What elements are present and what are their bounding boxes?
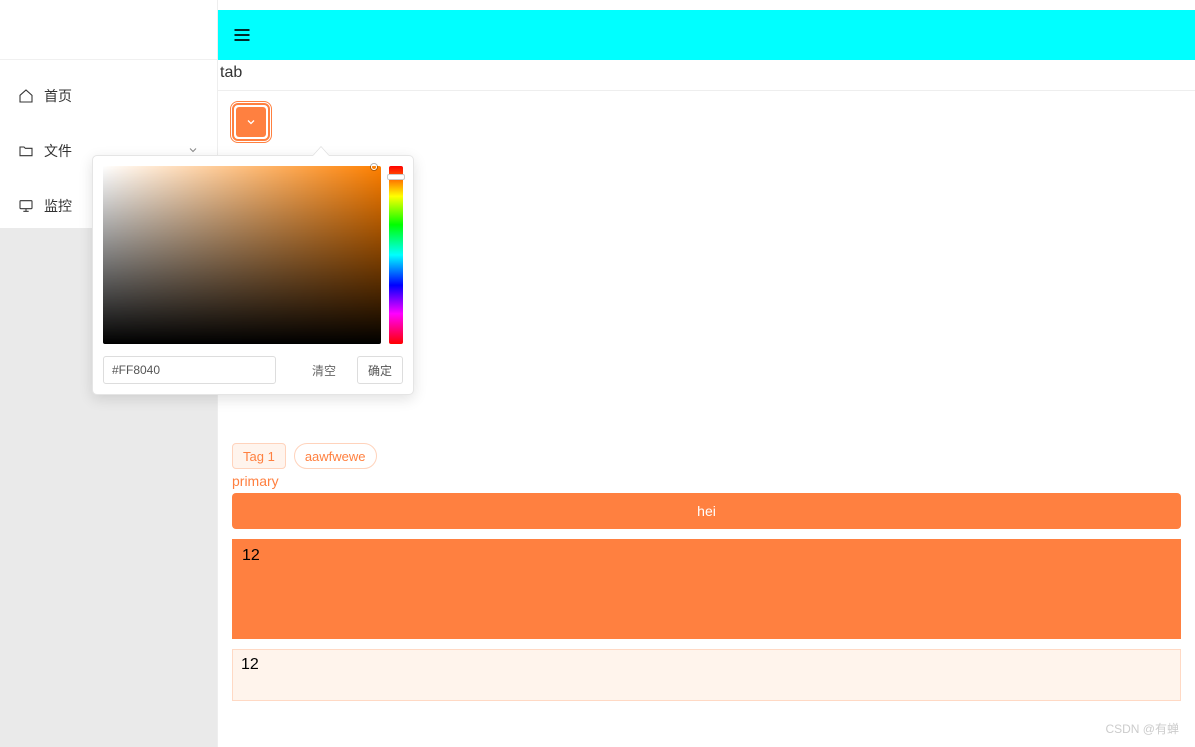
chevron-down-icon — [236, 107, 266, 137]
watermark: CSDN @有蝉 — [1105, 720, 1179, 737]
sidebar-item-label: 监控 — [44, 196, 72, 216]
menu-toggle-icon[interactable] — [232, 25, 252, 45]
tag-item[interactable]: Tag 1 — [232, 443, 286, 469]
sidebar-item-home[interactable]: 首页 — [0, 68, 217, 123]
alert-light: 12 — [232, 649, 1181, 701]
sv-cursor[interactable] — [371, 164, 377, 170]
tab-label: tab — [218, 60, 1195, 91]
monitor-icon — [18, 198, 34, 214]
popover-arrow — [313, 147, 329, 156]
hue-slider[interactable] — [389, 166, 403, 344]
home-icon — [18, 88, 34, 104]
hue-thumb[interactable] — [387, 174, 405, 180]
sidebar-item-label: 首页 — [44, 86, 72, 106]
alert-solid: 12 — [232, 539, 1181, 639]
tags-row: Tag 1 aawfwewe — [218, 443, 1195, 469]
color-picker-panel: 清空 确定 — [92, 155, 414, 395]
logo-area — [0, 0, 217, 60]
confirm-button[interactable]: 确定 — [357, 356, 403, 384]
folder-icon — [18, 143, 34, 159]
primary-text: primary — [218, 469, 1195, 491]
clear-button[interactable]: 清空 — [301, 356, 347, 384]
hei-button[interactable]: hei — [232, 493, 1181, 529]
saturation-value-panel[interactable] — [103, 166, 381, 344]
color-picker-trigger[interactable] — [232, 103, 270, 141]
tag-item[interactable]: aawfwewe — [294, 443, 377, 469]
sidebar-item-label: 文件 — [44, 141, 72, 161]
topbar — [218, 10, 1195, 60]
hex-input[interactable] — [103, 356, 276, 384]
